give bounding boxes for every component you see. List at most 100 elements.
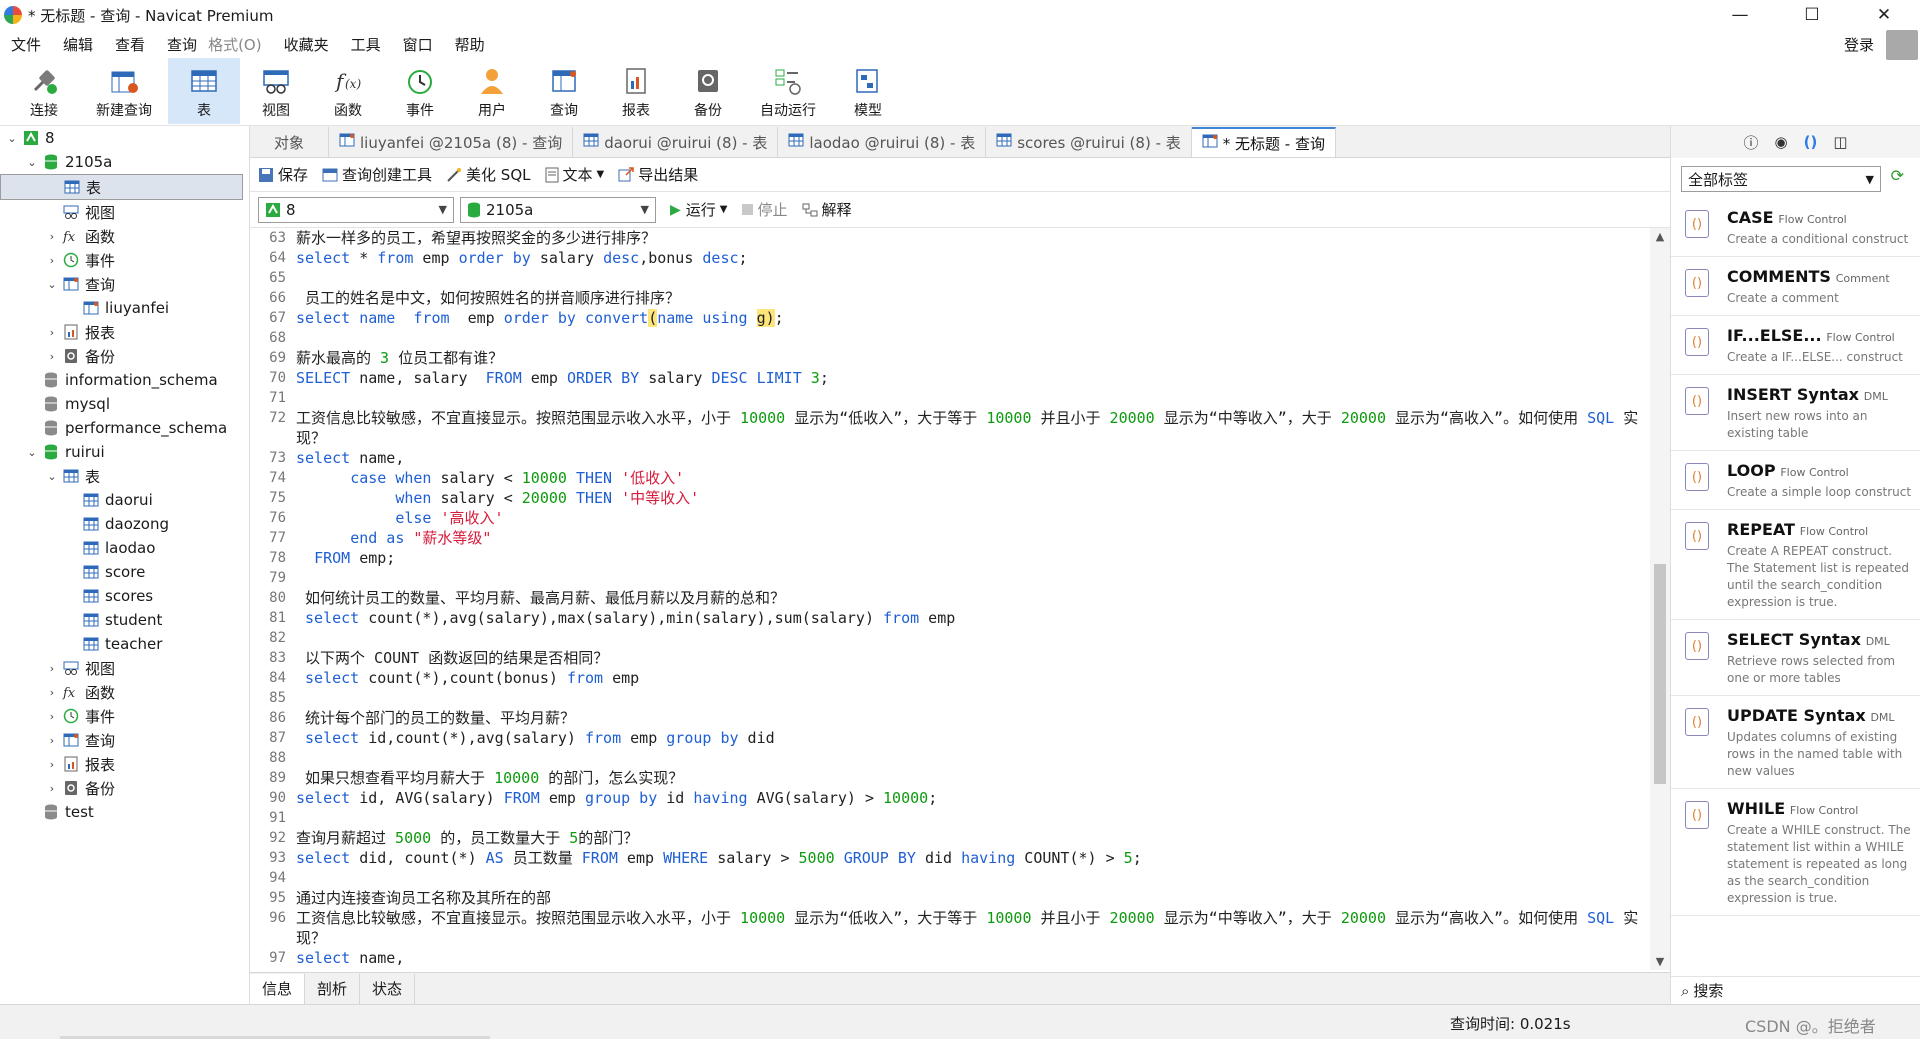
snippet-item[interactable]: () COMMENTS Comment Create a comment [1671, 257, 1920, 316]
code-text[interactable] [296, 688, 1650, 708]
editor-tab[interactable]: scores @ruirui (8) - 表 [986, 127, 1192, 157]
toolbar-model-button[interactable]: 模型 [832, 58, 904, 124]
tree-item[interactable]: › 备份 [0, 776, 249, 800]
snippet-item[interactable]: () IF...ELSE... Flow Control Create a IF..… [1671, 316, 1920, 375]
editor-tab[interactable]: 对象 [250, 127, 330, 157]
editor-tab[interactable]: laodao @ruirui (8) - 表 [778, 127, 987, 157]
toolbar-table-button[interactable]: 表 [168, 58, 240, 124]
scrollbar-thumb[interactable] [1654, 564, 1666, 784]
code-text[interactable] [296, 328, 1650, 348]
toolbar-new-query-button[interactable]: 新建查询 [80, 58, 168, 124]
toolbar-plug-button[interactable]: 连接 [8, 58, 80, 124]
code-text[interactable]: 通过内连接查询员工名称及其所在的部 [296, 888, 1650, 908]
chevron-right-icon[interactable]: › [44, 230, 60, 243]
snippet-item[interactable]: () INSERT Syntax DML Insert new rows into … [1671, 375, 1920, 451]
code-text[interactable]: select did, count(*) AS 员工数量 FROM emp WH… [296, 848, 1650, 868]
chevron-right-icon[interactable]: › [44, 662, 60, 675]
chevron-right-icon[interactable]: › [44, 254, 60, 267]
tree-item[interactable]: scores [0, 584, 249, 608]
chevron-right-icon[interactable]: › [44, 758, 60, 771]
tree-item[interactable]: test [0, 800, 249, 824]
login-link[interactable]: 登录 [1844, 34, 1874, 55]
code-text[interactable]: FROM emp; [296, 548, 1650, 568]
chevron-right-icon[interactable]: › [44, 782, 60, 795]
tree-item[interactable]: daorui [0, 488, 249, 512]
chevron-down-icon[interactable]: ⌄ [24, 446, 40, 459]
code-text[interactable]: 工资信息比较敏感，不宜直接显示。按照范围显示收入水平，小于 10000 显示为“… [296, 408, 1650, 448]
tree-item[interactable]: ⌄ ruirui [0, 440, 249, 464]
chevron-down-icon[interactable]: ⌄ [44, 278, 60, 291]
chevron-down-icon[interactable]: ⌄ [4, 132, 20, 145]
tree-item[interactable]: teacher [0, 632, 249, 656]
code-text[interactable]: 工资信息比较敏感，不宜直接显示。按照范围显示收入水平，小于 10000 显示为“… [296, 908, 1650, 948]
menu-tools[interactable]: 工具 [340, 34, 392, 55]
snippet-item[interactable]: () SELECT Syntax DML Retrieve rows selecte… [1671, 620, 1920, 696]
toolbar-schedule-button[interactable]: 自动运行 [744, 58, 832, 124]
beautify-sql-button[interactable]: 美化 SQL [446, 164, 531, 185]
tree-item[interactable]: mysql [0, 392, 249, 416]
code-text[interactable]: select id, AVG(salary) FROM emp group by… [296, 788, 1650, 808]
chevron-right-icon[interactable]: › [44, 326, 60, 339]
menu-file[interactable]: 文件 [0, 34, 52, 55]
snippet-item[interactable]: () UPDATE Syntax DML Updates columns of ex… [1671, 696, 1920, 789]
save-button[interactable]: 保存 [258, 164, 308, 185]
stop-button[interactable]: 停止 [741, 199, 788, 220]
query-builder-button[interactable]: 查询创建工具 [322, 164, 432, 185]
chevron-right-icon[interactable]: › [44, 350, 60, 363]
editor-tab[interactable]: liuyanfei @2105a (8) - 查询 [329, 127, 574, 157]
tree-item[interactable]: 视图 [0, 200, 249, 224]
tree-item[interactable]: 表 [0, 174, 243, 200]
database-select[interactable]: 2105a ▼ [460, 196, 656, 223]
menu-query[interactable]: 查询 [156, 34, 208, 55]
tree-item[interactable]: performance_schema [0, 416, 249, 440]
tab-status[interactable]: 状态 [360, 973, 416, 1004]
tree-item[interactable]: laodao [0, 536, 249, 560]
toolbar-backup-button[interactable]: 备份 [672, 58, 744, 124]
code-text[interactable] [296, 268, 1650, 288]
tree-item[interactable]: › 查询 [0, 728, 249, 752]
code-text[interactable]: select name from emp order by convert(na… [296, 308, 1650, 328]
tree-item[interactable]: › 事件 [0, 704, 249, 728]
tree-item[interactable]: › 备份 [0, 344, 249, 368]
code-text[interactable]: 如果只想查看平均月薪大于 10000 的部门，怎么实现？ [296, 768, 1650, 788]
code-text[interactable] [296, 628, 1650, 648]
tree-item[interactable]: daozong [0, 512, 249, 536]
scroll-up-icon[interactable]: ▲ [1650, 230, 1670, 243]
code-text[interactable]: 薪水最高的 3 位员工都有谁？ [296, 348, 1650, 368]
tree-item[interactable]: liuyanfei [0, 296, 249, 320]
snippet-item[interactable]: () CASE Flow Control Create a conditional … [1671, 198, 1920, 257]
code-text[interactable]: 以下两个 COUNT 函数返回的结果是否相同？ [296, 648, 1650, 668]
object-icon[interactable]: ◉ [1775, 133, 1788, 151]
avatar[interactable] [1886, 30, 1918, 60]
tree-item[interactable]: ⌄ 表 [0, 464, 249, 488]
menu-view[interactable]: 查看 [104, 34, 156, 55]
maximize-button[interactable]: ☐ [1776, 0, 1848, 30]
toolbar-report-button[interactable]: 报表 [600, 58, 672, 124]
toolbar-function-button[interactable]: f (x) 函数 [312, 58, 384, 124]
code-text[interactable]: select name, [296, 448, 1650, 468]
chevron-right-icon[interactable]: › [44, 734, 60, 747]
tree-item[interactable]: ⌄ 查询 [0, 272, 249, 296]
text-button[interactable]: 文本 ▼ [545, 164, 604, 185]
code-text[interactable]: select * from emp order by salary desc,b… [296, 248, 1650, 268]
code-text[interactable] [296, 868, 1650, 888]
tree-item[interactable]: › 报表 [0, 752, 249, 776]
code-text[interactable]: SELECT name, salary FROM emp ORDER BY sa… [296, 368, 1650, 388]
toolbar-view-button[interactable]: 视图 [240, 58, 312, 124]
tree-item[interactable]: ⌄ 8 [0, 126, 249, 150]
toolbar-query-button[interactable]: 查询 [528, 58, 600, 124]
code-text[interactable]: 如何统计员工的数量、平均月薪、最高月薪、最低月薪以及月薪的总和？ [296, 588, 1650, 608]
menu-edit[interactable]: 编辑 [52, 34, 104, 55]
chevron-right-icon[interactable]: › [44, 686, 60, 699]
editor-scrollbar[interactable]: ▲ ▼ [1650, 228, 1670, 970]
tree-item[interactable]: › 报表 [0, 320, 249, 344]
code-text[interactable] [296, 388, 1650, 408]
explain-button[interactable]: 解释 [802, 199, 852, 220]
code-text[interactable]: 查询月薪超过 5000 的，员工数量大于 5的部门？ [296, 828, 1650, 848]
code-text[interactable]: select count(*),avg(salary),max(salary),… [296, 608, 1650, 628]
sql-editor[interactable]: 63 薪水一样多的员工，希望再按照奖金的多少进行排序？ 64 select * fro… [250, 228, 1650, 970]
menu-help[interactable]: 帮助 [444, 34, 496, 55]
chevron-down-icon[interactable]: ⌄ [44, 470, 60, 483]
tab-profile[interactable]: 剖析 [305, 973, 361, 1004]
code-text[interactable] [296, 748, 1650, 768]
